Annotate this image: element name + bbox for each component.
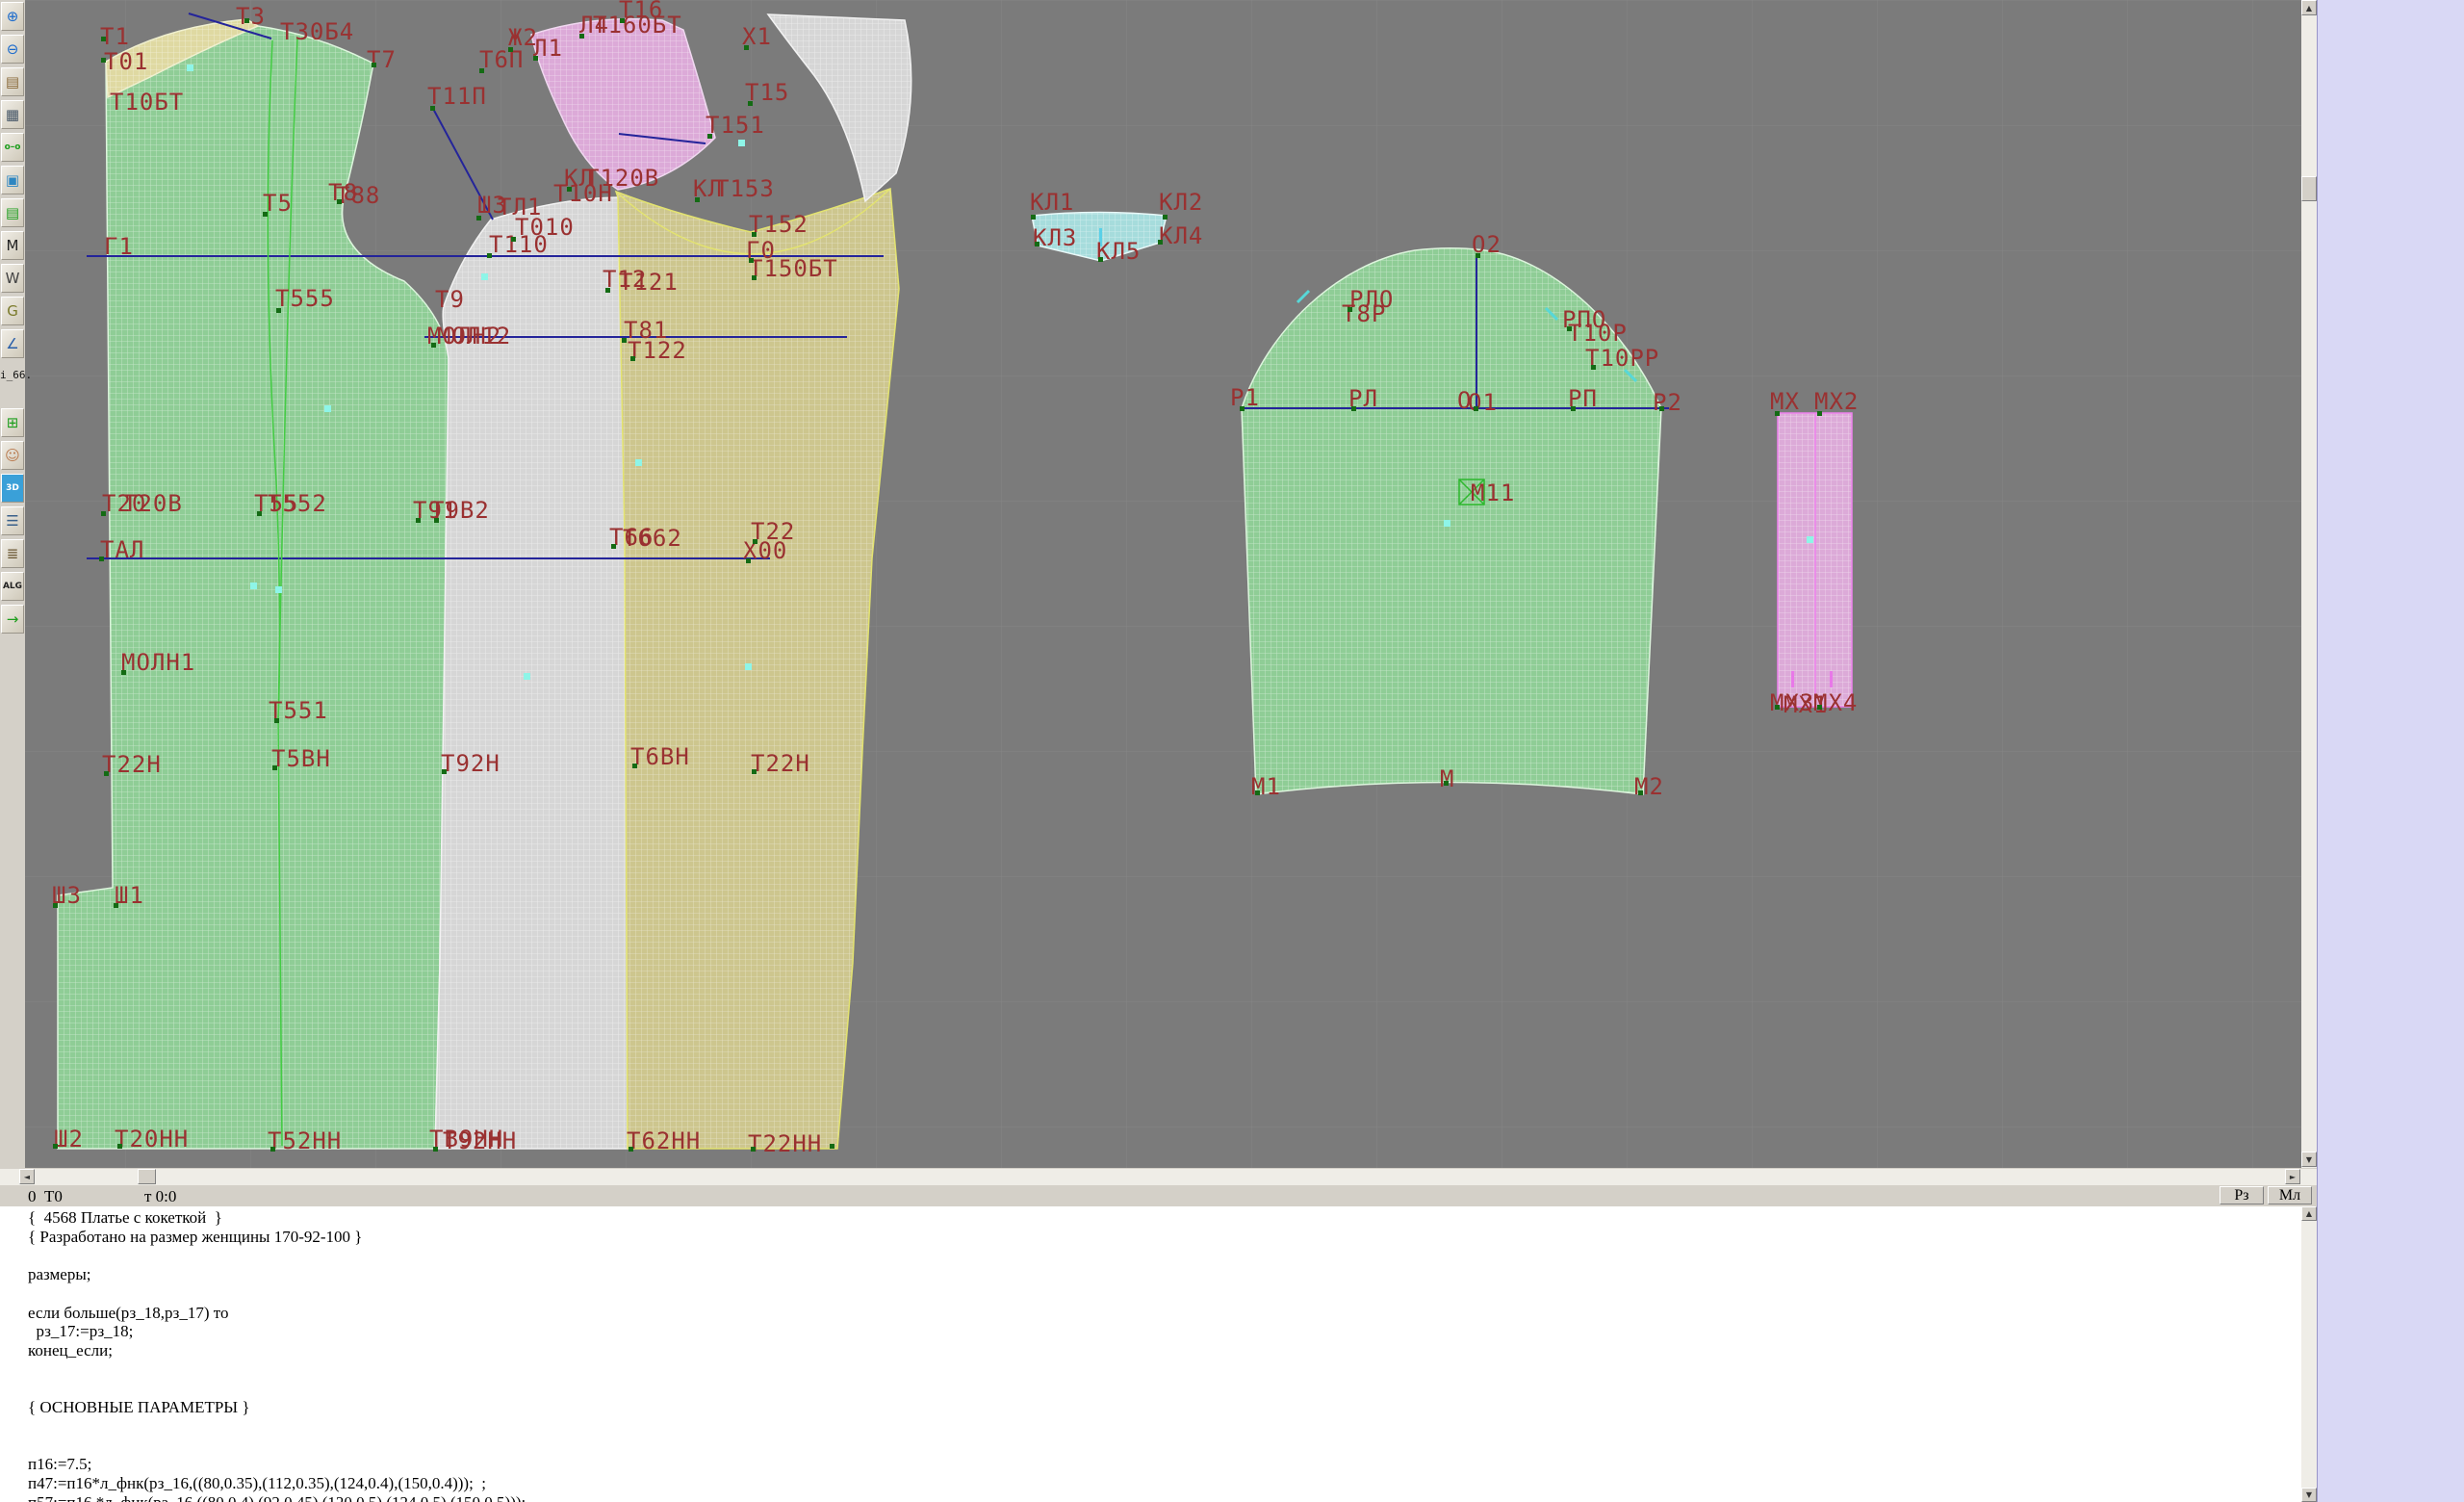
grid-icon[interactable]: ▦: [1, 100, 24, 129]
application-window: Т1Т01Т10БТТ3Т30Б4Т7Т5Т8Т88Т555Т9Ш3ТЛ1Т10…: [0, 0, 2464, 1502]
books-icon[interactable]: ≣: [1, 539, 24, 568]
status-bar: 0 Т0 т 0:0 РзМл: [0, 1185, 2317, 1206]
scroll-down-arrow[interactable]: ▼: [2301, 1152, 2317, 1167]
table-icon[interactable]: ⊞: [1, 408, 24, 437]
belt-notch-2: [1830, 671, 1833, 687]
scroll-right-arrow[interactable]: ►: [2285, 1169, 2300, 1184]
scroll-left-arrow[interactable]: ◄: [19, 1169, 35, 1184]
zoom-in-icon[interactable]: ⊕: [1, 2, 24, 31]
status-coordinates: т 0:0: [144, 1187, 176, 1206]
i66-label: i_66.: [0, 368, 25, 381]
list-icon[interactable]: ☰: [1, 506, 24, 535]
status-count: 0: [28, 1187, 37, 1206]
3d-icon[interactable]: 3D: [1, 474, 24, 503]
drafting-w-icon[interactable]: W: [1, 264, 24, 293]
pattern-g-icon[interactable]: G: [1, 297, 24, 325]
zoom-out-icon[interactable]: ⊖: [1, 35, 24, 64]
status-button-Мл[interactable]: Мл: [2268, 1186, 2312, 1204]
alg-icon[interactable]: ALG: [1, 572, 24, 601]
drawing-canvas[interactable]: [25, 0, 2301, 1168]
export-icon[interactable]: →: [1, 605, 24, 634]
side-panel-piece[interactable]: [435, 197, 628, 1149]
vertical-scroll-thumb[interactable]: [2301, 176, 2317, 201]
notepad-icon[interactable]: ▤: [1, 198, 24, 227]
scroll-down-arrow[interactable]: ▼: [2301, 1488, 2317, 1502]
belt-notch-1: [1791, 671, 1794, 687]
toolbar: ⊕ ⊖ ▤ ▦ o–o ▣ ▤ MWG ∠ i_66. ⊞ ☺ 3D ☰ ≣ ALG →: [0, 0, 25, 1168]
right-panel: [2317, 0, 2464, 1502]
status-point-name: Т0: [44, 1187, 63, 1206]
pattern-m-icon[interactable]: M: [1, 231, 24, 260]
pattern-map-icon[interactable]: ▤: [1, 67, 24, 96]
sleeve-piece[interactable]: [1242, 248, 1661, 794]
portrait-icon[interactable]: ☺: [1, 441, 24, 470]
status-button-Рз[interactable]: Рз: [2220, 1186, 2264, 1204]
canvas-vertical-scrollbar[interactable]: ▲ ▼: [2301, 0, 2317, 1168]
code-editor-panel[interactable]: { 4568 Платье с кокеткой } { Разработано…: [0, 1206, 2301, 1502]
image-icon[interactable]: ▣: [1, 166, 24, 194]
link-points-icon[interactable]: o–o: [1, 133, 24, 162]
ruler-icon[interactable]: ∠: [1, 329, 24, 358]
scroll-up-arrow[interactable]: ▲: [2301, 1206, 2317, 1221]
canvas-horizontal-scrollbar[interactable]: ◄ ►: [0, 1169, 2317, 1185]
collar-notch: [1099, 228, 1102, 246]
code-text[interactable]: { 4568 Платье с кокеткой } { Разработано…: [28, 1208, 526, 1502]
editor-vertical-scrollbar[interactable]: ▲ ▼: [2301, 1206, 2317, 1502]
horizontal-scroll-thumb[interactable]: [138, 1169, 156, 1184]
scroll-up-arrow[interactable]: ▲: [2301, 0, 2317, 15]
